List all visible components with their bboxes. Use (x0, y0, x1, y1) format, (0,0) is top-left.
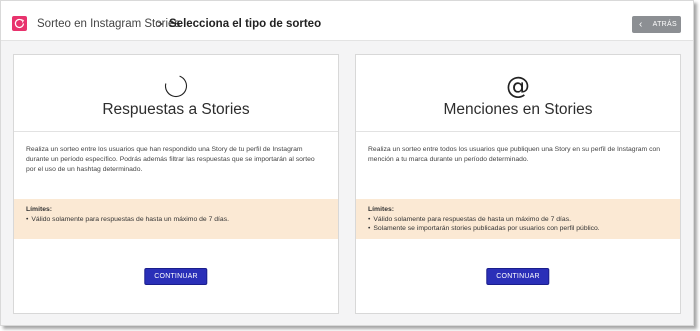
story-mentions-card: @ Menciones en Stories Realiza un sorteo… (355, 54, 681, 314)
limit-item: Solamente se importarán stories publicad… (368, 224, 668, 234)
loading-circle-icon (164, 74, 188, 98)
limit-item: Válido solamente para respuestas de hast… (26, 215, 326, 225)
page-title: Selecciona el tipo de sorteo (169, 18, 322, 30)
refresh-icon (14, 18, 24, 29)
svg-text:@: @ (506, 73, 530, 99)
card-title: Respuestas a Stories (102, 101, 250, 118)
limits-box: Límites: Válido solamente para respuesta… (356, 199, 680, 239)
top-bar: Sorteo en Instagram Stories > Selecciona… (1, 1, 693, 41)
limits-title: Límites: (26, 206, 53, 213)
app-window: Sorteo en Instagram Stories > Selecciona… (0, 0, 694, 326)
divider (356, 131, 680, 132)
continue-button[interactable]: CONTINUAR (144, 268, 208, 285)
continue-button[interactable]: CONTINUAR (486, 268, 550, 285)
card-description: Realiza un sorteo entre todos los usuari… (368, 146, 661, 163)
limits-title: Límites: (368, 206, 395, 213)
limit-item: Válido solamente para respuestas de hast… (368, 215, 668, 225)
back-button[interactable]: ‹ ATRÁS (632, 16, 681, 33)
story-replies-card: Respuestas a Stories Realiza un sorteo e… (13, 54, 339, 314)
chevron-right-icon: > (156, 17, 164, 31)
app-logo[interactable] (12, 16, 27, 31)
at-sign-icon: @ (506, 73, 530, 99)
card-title: Menciones en Stories (443, 101, 593, 118)
chevron-left-icon: ‹ (639, 18, 643, 30)
limits-box: Límites: Válido solamente para respuesta… (14, 199, 338, 239)
back-button-label: ATRÁS (652, 21, 677, 28)
card-description: Realiza un sorteo entre los usuarios que… (26, 146, 315, 173)
divider (14, 131, 338, 132)
